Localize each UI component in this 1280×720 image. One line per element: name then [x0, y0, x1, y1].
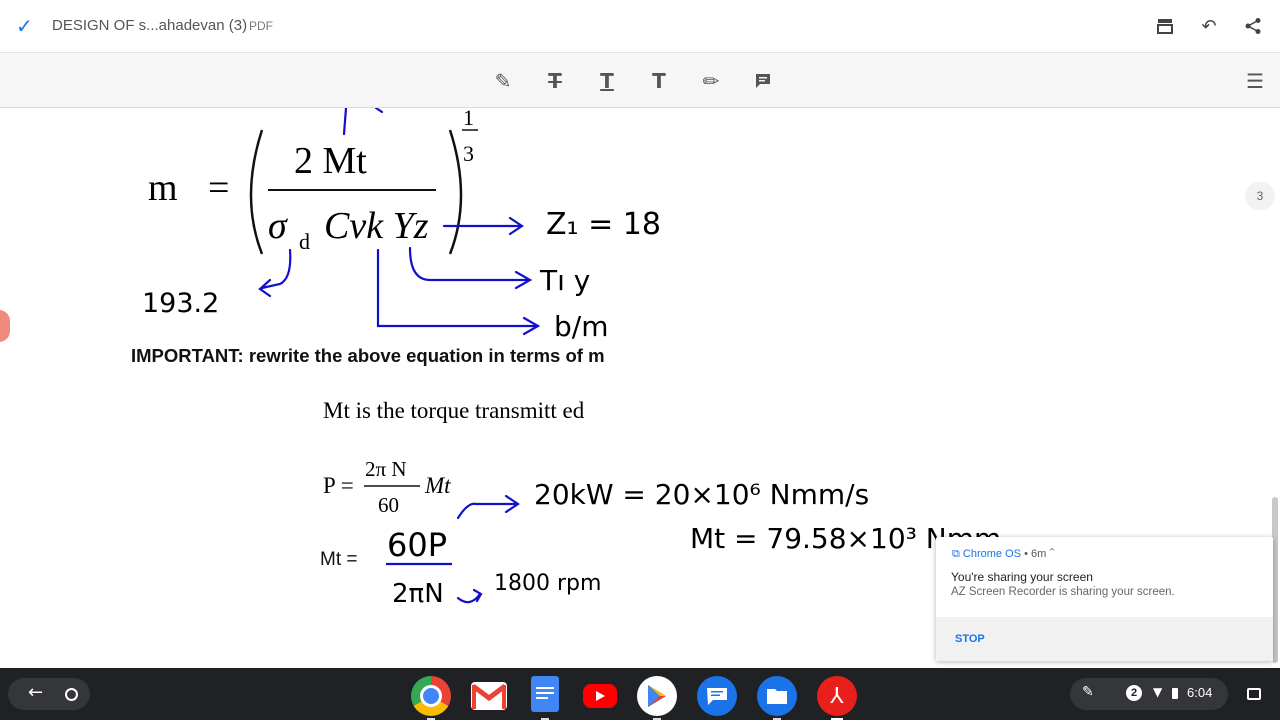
- notification-source: ⧉ Chrome OS • 6m ⌃: [952, 548, 1055, 560]
- formula-lhs: m: [148, 167, 178, 209]
- power-lhs: P =: [323, 473, 354, 498]
- exponent-numerator: 1: [463, 108, 474, 130]
- clock-time: 6:04: [1187, 685, 1213, 700]
- strikethrough-icon[interactable]: T: [540, 67, 570, 95]
- cast-icon: ⧉: [952, 548, 960, 560]
- acrobat-app-icon[interactable]: ⅄: [817, 676, 857, 720]
- formula-sigma: σ: [268, 205, 288, 247]
- annotation-table: Tı y: [539, 264, 590, 297]
- file-type-label: PDF: [249, 19, 273, 33]
- done-check-icon[interactable]: ✓: [16, 14, 33, 38]
- gmail-app-icon[interactable]: [471, 682, 507, 710]
- annotation-bm: b/m: [554, 310, 608, 343]
- annotation-toolbar: ✎ T T T ✏ ☰: [0, 53, 1280, 108]
- right-paren: [448, 129, 463, 255]
- screen-capture-icon[interactable]: [1247, 688, 1261, 700]
- notification-time: • 6m: [1024, 548, 1047, 560]
- hw-fraction-numerator: 60P: [387, 526, 447, 564]
- annotation-z1: Z₁ = 18: [546, 207, 661, 242]
- navigation-pill: ←: [8, 678, 90, 710]
- notification-actions: STOP: [936, 617, 1273, 661]
- power-denominator: 60: [378, 493, 399, 517]
- back-arrow-icon[interactable]: ←: [28, 682, 43, 703]
- chevron-up-icon[interactable]: ⌃: [1049, 548, 1054, 560]
- system-shelf: ← ⅄ ✎ 2 ▼ 6:04: [0, 668, 1280, 720]
- page-number-badge: 3: [1245, 182, 1275, 210]
- outline-menu-icon[interactable]: ☰: [1246, 69, 1264, 93]
- hw-rpm: 1800 rpm: [494, 571, 601, 596]
- status-tray[interactable]: ✎ 2 ▼ 6:04: [1070, 678, 1228, 710]
- docs-app-icon[interactable]: [531, 676, 559, 720]
- youtube-app-icon[interactable]: [583, 684, 617, 708]
- power-suffix: Mt: [424, 473, 451, 498]
- notification-body: AZ Screen Recorder is sharing your scree…: [951, 586, 1175, 598]
- share-icon[interactable]: [1240, 13, 1266, 39]
- undo-icon[interactable]: ↶: [1196, 13, 1222, 39]
- screen-share-notification: ⧉ Chrome OS • 6m ⌃ You're sharing your s…: [936, 537, 1273, 661]
- page-view-icon[interactable]: [1152, 13, 1178, 39]
- hw-power-conversion: 20kW = 20×10⁶ Nmm/s: [534, 478, 869, 511]
- play-store-app-icon[interactable]: [637, 676, 677, 720]
- comment-icon[interactable]: [748, 67, 778, 95]
- home-button-icon[interactable]: [65, 688, 78, 701]
- notification-title: You're sharing your screen: [951, 570, 1093, 584]
- notification-count-badge: 2: [1126, 685, 1142, 701]
- power-numerator: 2π N: [365, 457, 407, 481]
- formula-equals: =: [208, 167, 229, 209]
- text-icon[interactable]: T: [644, 67, 674, 95]
- files-app-icon[interactable]: [757, 676, 797, 720]
- wifi-icon: ▼: [1153, 685, 1163, 699]
- formula-denominator: Cvk Yz: [324, 205, 429, 247]
- mt-definition: Mt is the torque transmitt ed: [323, 398, 585, 423]
- hw-fraction-denominator: 2πN: [392, 579, 444, 609]
- underline-icon[interactable]: T: [592, 67, 622, 95]
- stop-sharing-button[interactable]: STOP: [955, 633, 985, 645]
- highlighter-icon[interactable]: ✎: [488, 67, 518, 95]
- left-paren: [249, 129, 264, 255]
- annotation-sigma-value: 193.2: [142, 288, 219, 319]
- app-header: ✓ DESIGN OF s...ahadevan (3) PDF ↶: [0, 0, 1280, 53]
- formula-numerator: 2 Mt: [294, 140, 367, 182]
- document-title: DESIGN OF s...ahadevan (3): [52, 17, 248, 34]
- exponent-denominator: 3: [463, 141, 474, 166]
- messages-app-icon[interactable]: [697, 676, 737, 716]
- mt-label: Mt =: [320, 549, 357, 570]
- battery-icon: [1172, 688, 1178, 699]
- important-note: IMPORTANT: rewrite the above equation in…: [131, 345, 605, 366]
- pen-icon[interactable]: ✏: [696, 67, 726, 95]
- stylus-icon[interactable]: ✎: [1082, 684, 1094, 700]
- chrome-app-icon[interactable]: [411, 676, 451, 720]
- formula-sigma-sub: d: [299, 229, 310, 254]
